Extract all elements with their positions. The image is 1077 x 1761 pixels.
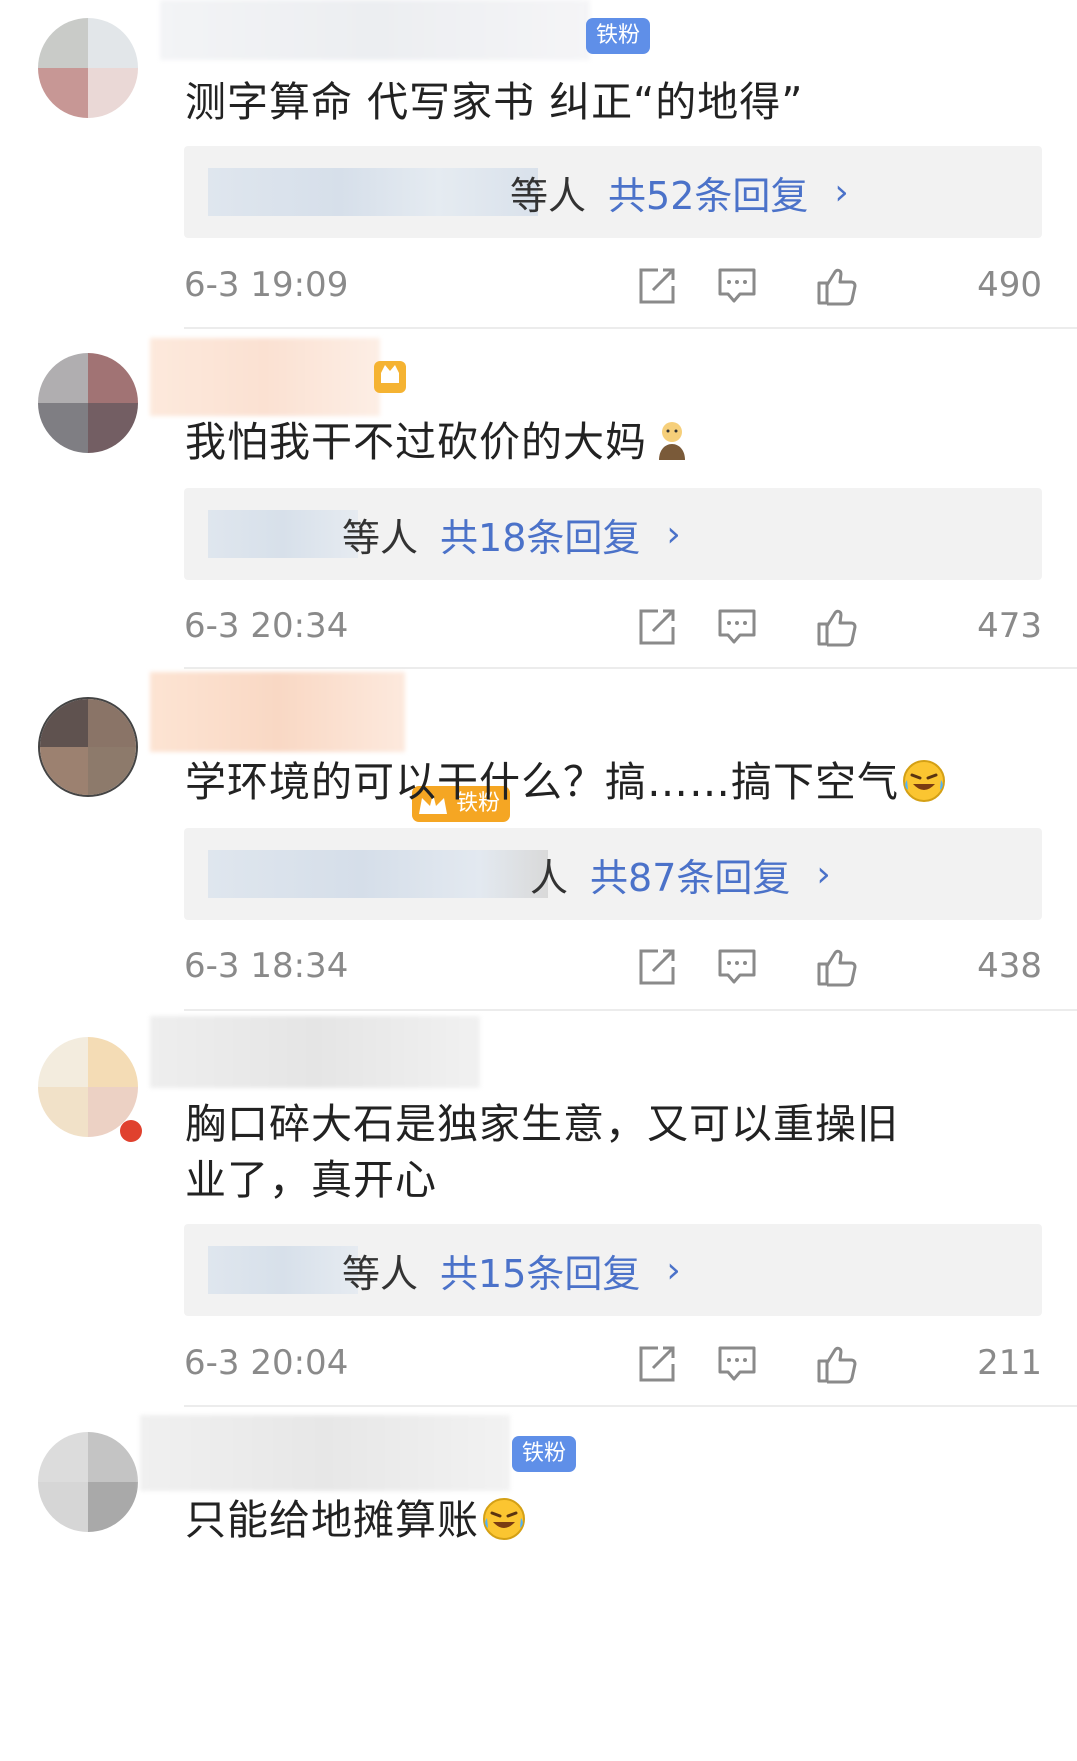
- comment-icon[interactable]: [716, 947, 758, 987]
- divider: [184, 1009, 1077, 1011]
- like-count: 473: [977, 606, 1042, 646]
- comment-text: 学环境的可以干什么？搞……搞下空气: [185, 754, 987, 810]
- divider: [184, 1405, 1077, 1407]
- reply-summary[interactable]: 人 共87条回复 ›: [184, 828, 1042, 920]
- reply-summary[interactable]: 等人 共18条回复 ›: [184, 488, 1042, 580]
- reply-users-suffix: 等人: [342, 1251, 419, 1296]
- avatar[interactable]: [38, 18, 138, 118]
- laugh-cry-emoji-icon: [483, 1498, 525, 1540]
- comment-text: 只能给地摊算账: [185, 1492, 987, 1548]
- reply-line[interactable]: 等人 共52条回复 ›: [510, 146, 849, 238]
- comment-time: 6-3 19:09: [184, 265, 349, 305]
- avatar[interactable]: [38, 353, 138, 453]
- reply-line[interactable]: 等人 共15条回复 ›: [342, 1224, 681, 1316]
- username-blurred[interactable]: [150, 1016, 480, 1088]
- username-blurred[interactable]: [150, 338, 380, 416]
- reply-count-link[interactable]: 共87条回复: [590, 847, 790, 902]
- fan-level-badge-icon: [374, 361, 406, 393]
- reply-line[interactable]: 人 共87条回复 ›: [530, 828, 831, 920]
- comment-text: 我怕我干不过砍价的大妈: [185, 414, 987, 470]
- share-icon[interactable]: [636, 947, 678, 987]
- comment-icon[interactable]: [716, 266, 758, 306]
- comment-meta: 6-3 20:04 211: [184, 1338, 1042, 1388]
- reply-users-suffix: 等人: [342, 515, 419, 560]
- divider: [184, 667, 1077, 669]
- username-blurred[interactable]: [140, 1415, 510, 1491]
- like-count: 211: [977, 1343, 1042, 1383]
- comment-list: 铁粉 测字算命 代写家书 纠正“的地得” 等人 共52条回复 › 6-3 19:…: [0, 0, 1077, 1761]
- reply-summary[interactable]: 等人 共15条回复 ›: [184, 1224, 1042, 1316]
- reply-users-blurred: [208, 168, 538, 216]
- like-count: 438: [977, 946, 1042, 986]
- thumbs-up-icon[interactable]: [816, 266, 858, 306]
- share-icon[interactable]: [636, 607, 678, 647]
- fan-badge: 铁粉: [512, 1436, 577, 1472]
- chevron-right-icon: ›: [834, 171, 849, 213]
- reply-users-blurred: [208, 850, 548, 898]
- share-icon[interactable]: [636, 1344, 678, 1384]
- reply-count-link[interactable]: 共52条回复: [608, 165, 808, 220]
- chevron-right-icon: ›: [666, 513, 681, 555]
- laugh-cry-emoji-icon: [903, 760, 945, 802]
- reply-users-blurred: [208, 1246, 358, 1294]
- comment-text-body: 只能给地摊算账: [185, 1496, 479, 1544]
- reply-users-suffix: 人: [530, 855, 569, 900]
- thumbs-up-icon[interactable]: [816, 607, 858, 647]
- comment-text: 胸口碎大石是独家生意，又可以重操旧业了，真开心: [185, 1100, 899, 1204]
- thumbs-up-icon[interactable]: [816, 1344, 858, 1384]
- comment-icon[interactable]: [716, 607, 758, 647]
- avatar[interactable]: [38, 1432, 138, 1532]
- reply-count-link[interactable]: 共18条回复: [440, 507, 640, 562]
- avatar[interactable]: [38, 697, 138, 797]
- comment-time: 6-3 18:34: [184, 946, 349, 986]
- reply-count-link[interactable]: 共15条回复: [440, 1243, 640, 1298]
- like-count: 490: [977, 265, 1042, 305]
- comment-meta: 6-3 20:34 473: [184, 601, 1042, 651]
- comment-time: 6-3 20:04: [184, 1343, 349, 1383]
- divider: [184, 327, 1077, 329]
- comment-meta: 6-3 18:34 438: [184, 941, 1042, 991]
- username-blurred[interactable]: [150, 672, 405, 752]
- username-blurred[interactable]: [160, 0, 590, 60]
- comment-icon[interactable]: [716, 1344, 758, 1384]
- reply-line[interactable]: 等人 共18条回复 ›: [342, 488, 681, 580]
- comment-meta: 6-3 19:09 490: [184, 260, 1042, 310]
- doge-figure-emoji-icon: [659, 422, 685, 460]
- share-icon[interactable]: [636, 266, 678, 306]
- fan-badge: 铁粉: [586, 18, 651, 54]
- thumbs-up-icon[interactable]: [816, 947, 858, 987]
- comment-text-body: 我怕我干不过砍价的大妈: [185, 418, 647, 466]
- vip-dot-icon: [120, 1120, 142, 1142]
- reply-users-blurred: [208, 510, 358, 558]
- comment-text-body: 学环境的可以干什么？搞……搞下空气: [185, 758, 899, 806]
- comment-text: 测字算命 代写家书 纠正“的地得”: [185, 78, 804, 126]
- reply-summary[interactable]: 等人 共52条回复 ›: [184, 146, 1042, 238]
- chevron-right-icon: ›: [816, 853, 831, 895]
- reply-users-suffix: 等人: [510, 173, 587, 218]
- chevron-right-icon: ›: [666, 1249, 681, 1291]
- comment-time: 6-3 20:34: [184, 606, 349, 646]
